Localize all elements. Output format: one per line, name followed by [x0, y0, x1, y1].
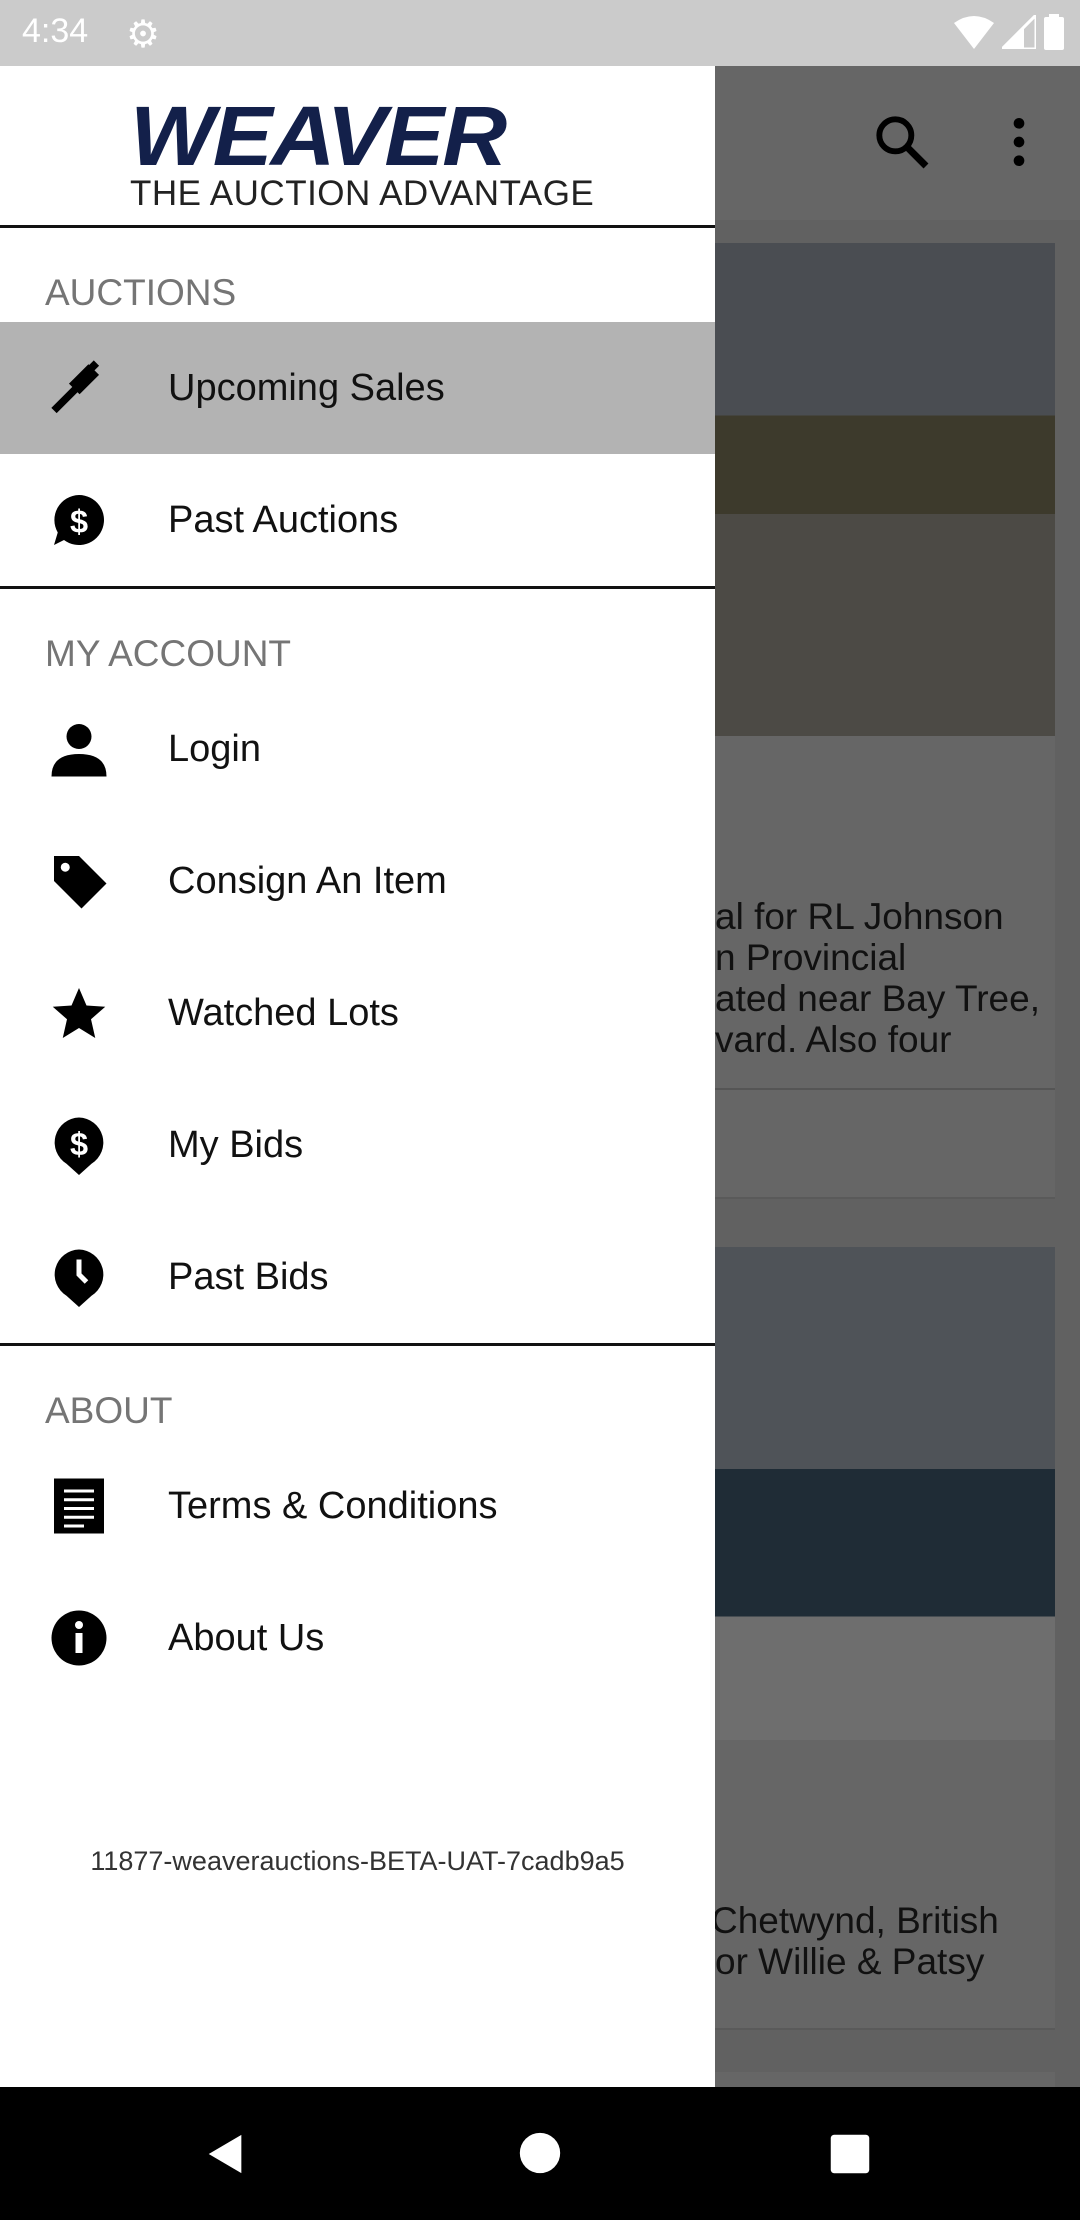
search-icon[interactable]	[870, 110, 934, 174]
gavel-icon	[51, 360, 100, 414]
auction-card[interactable]: al for RL Johnson n Provincial ated near…	[715, 243, 1055, 1199]
navigation-bar	[0, 2087, 1080, 2220]
menu-item-my-bids[interactable]: $ My Bids	[0, 1079, 715, 1211]
auction-image	[715, 1247, 1055, 1740]
menu-item-label: Past Bids	[168, 1255, 329, 1298]
section-header-my-account: MY ACCOUNT	[45, 633, 292, 674]
menu-item-about-us[interactable]: About Us	[0, 1572, 715, 1704]
app-version: 11877-weaverauctions-BETA-UAT-7cadb9a5	[90, 1846, 625, 1876]
menu-item-past-bids[interactable]: Past Bids	[0, 1211, 715, 1343]
back-icon[interactable]	[203, 2131, 249, 2177]
card-description-line: vard. Also four	[715, 1019, 952, 1060]
menu-item-label: Consign An Item	[168, 859, 447, 902]
card-description-line: ated near Bay Tree,	[715, 978, 1040, 1019]
menu-item-label: Upcoming Sales	[168, 366, 445, 409]
status-bar: 4:34 ⚙	[0, 0, 1080, 66]
more-vert-icon[interactable]	[987, 110, 1051, 174]
status-time: 4:34	[22, 12, 89, 50]
card-description-line: al for RL Johnson	[715, 896, 1004, 937]
card-description-line: or Willie & Patsy	[715, 1941, 985, 1982]
menu-item-label: Terms & Conditions	[168, 1484, 498, 1527]
menu-item-label: Past Auctions	[168, 498, 399, 541]
menu-item-consign[interactable]: Consign An Item	[0, 815, 715, 947]
wifi-icon	[954, 16, 994, 49]
svg-text:$: $	[70, 504, 88, 540]
menu-item-label: My Bids	[168, 1123, 304, 1166]
battery-icon	[1044, 14, 1064, 50]
card-description-line: n Provincial	[715, 937, 907, 978]
navigation-drawer: WEAVER THE AUCTION ADVANTAGE AUCTIONS Upc…	[0, 66, 715, 2087]
menu-item-label: Watched Lots	[168, 991, 399, 1034]
clock-pin-icon	[54, 1249, 104, 1307]
dollar-chat-icon: $	[54, 495, 104, 545]
card-description-line: Chetwynd, British	[711, 1900, 999, 1941]
menu-item-label: About Us	[168, 1616, 325, 1659]
document-icon	[54, 1478, 104, 1534]
person-icon	[51, 724, 107, 777]
info-icon	[51, 1610, 107, 1666]
menu-item-upcoming-sales[interactable]: Upcoming Sales	[0, 322, 715, 454]
section-header-auctions: AUCTIONS	[45, 272, 237, 313]
signal-icon	[1002, 15, 1036, 49]
svg-text:$: $	[70, 1126, 88, 1162]
home-icon[interactable]	[518, 2131, 562, 2175]
menu-item-label: Login	[168, 727, 261, 770]
menu-item-watched-lots[interactable]: Watched Lots	[0, 947, 715, 1079]
recents-icon[interactable]	[829, 2133, 871, 2175]
tag-icon	[54, 856, 107, 909]
star-icon	[52, 988, 106, 1038]
settings-icon: ⚙	[126, 14, 161, 56]
auction-card[interactable]: Chetwynd, British or Willie & Patsy	[711, 1247, 1055, 2030]
menu-item-login[interactable]: Login	[0, 683, 715, 815]
auction-image	[715, 243, 1055, 736]
menu-item-terms[interactable]: Terms & Conditions	[0, 1440, 715, 1572]
dollar-pin-icon: $	[54, 1117, 104, 1175]
menu-item-past-auctions[interactable]: $ Past Auctions	[0, 454, 715, 586]
weaver-logo: WEAVER THE AUCTION ADVANTAGE	[0, 66, 715, 228]
section-header-about: ABOUT	[45, 1390, 173, 1431]
